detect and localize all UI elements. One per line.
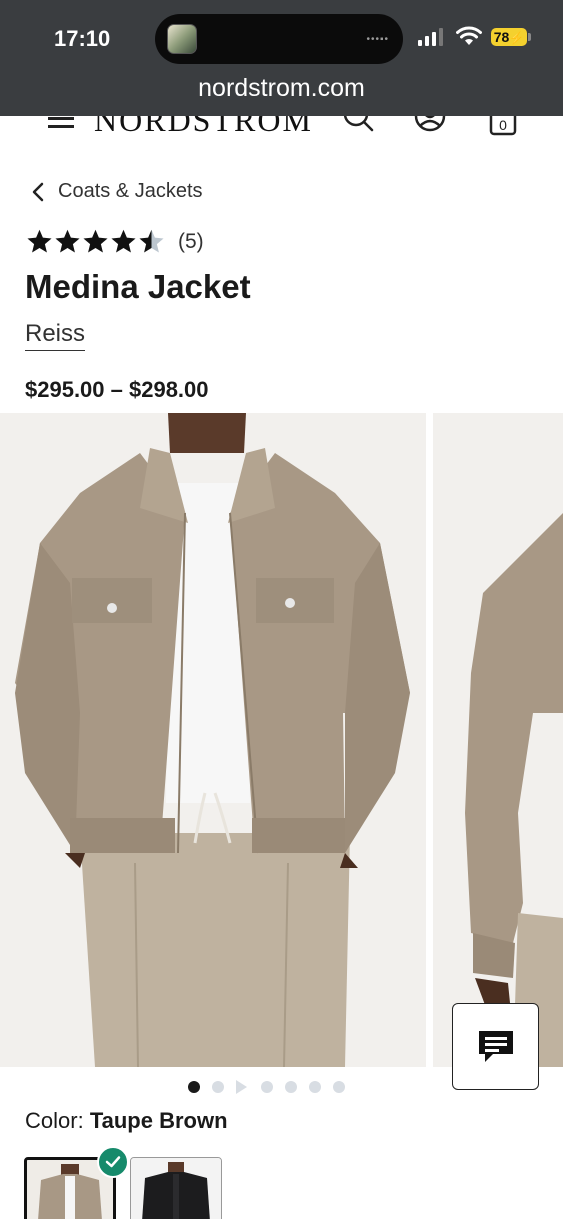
breadcrumb[interactable]: Coats & Jackets [32,180,203,203]
product-photo [0,413,426,1067]
star-full-icon [111,229,136,253]
star-half-icon [139,229,164,253]
video-play-icon[interactable] [236,1080,247,1094]
carousel-dot-7[interactable] [333,1081,345,1093]
carousel-dot-6[interactable] [309,1081,321,1093]
product-image-next[interactable] [433,413,563,1067]
battery-level: 78 [493,29,510,45]
chat-icon [478,1030,513,1062]
status-time: 17:10 [54,26,111,51]
product-photo-side [433,413,563,1067]
charging-icon: ⚡ [509,31,525,45]
price-range: $295.00 – $298.00 [25,377,209,402]
account-icon[interactable] [414,116,446,138]
swatch-image-black [131,1158,221,1219]
carousel-dot-5[interactable] [285,1081,297,1093]
now-playing-icon [167,24,197,54]
carousel-pagination [188,1080,357,1094]
dynamic-island: •••▪• [155,14,403,64]
product-image-main[interactable] [0,413,426,1067]
nordstrom-logo[interactable]: NORDSTROM [94,116,313,139]
cellular-signal-icon [418,28,443,46]
star-full-icon [27,229,52,253]
selected-check-icon [97,1146,129,1178]
review-count[interactable]: (5) [178,230,204,254]
carousel-dot-1[interactable] [188,1081,200,1093]
selected-color-name: Taupe Brown [89,1108,228,1133]
chat-button[interactable] [452,1003,539,1090]
rating-stars [26,228,166,255]
dots-icon: •••▪• [366,34,389,45]
bag-icon[interactable]: 0 [487,116,519,138]
breadcrumb-label: Coats & Jackets [58,180,203,202]
product-title: Medina Jacket [25,268,251,305]
star-full-icon [55,229,80,253]
color-label-prefix: Color: [25,1108,84,1133]
carousel-dot-4[interactable] [261,1081,273,1093]
menu-icon[interactable] [48,116,74,136]
product-rating[interactable]: (5) [26,228,204,255]
battery-tip [528,33,531,41]
wifi-icon [456,26,482,45]
brand-link[interactable]: Reiss [25,320,86,351]
address-bar-url[interactable]: nordstrom.com [0,74,563,103]
carousel-dot-2[interactable] [212,1081,224,1093]
chevron-left-icon [32,182,44,201]
browser-status-area: 17:10 •••▪• 78⚡ nordstrom.com [0,0,563,116]
search-icon[interactable] [342,116,374,138]
battery-indicator: 78⚡ [491,28,527,46]
color-label: Color: Taupe Brown [25,1108,228,1134]
site-header: NORDSTROM 0 [0,116,563,142]
star-full-icon [83,229,108,253]
bag-count: 0 [499,117,507,133]
color-swatch-black[interactable] [130,1157,222,1219]
